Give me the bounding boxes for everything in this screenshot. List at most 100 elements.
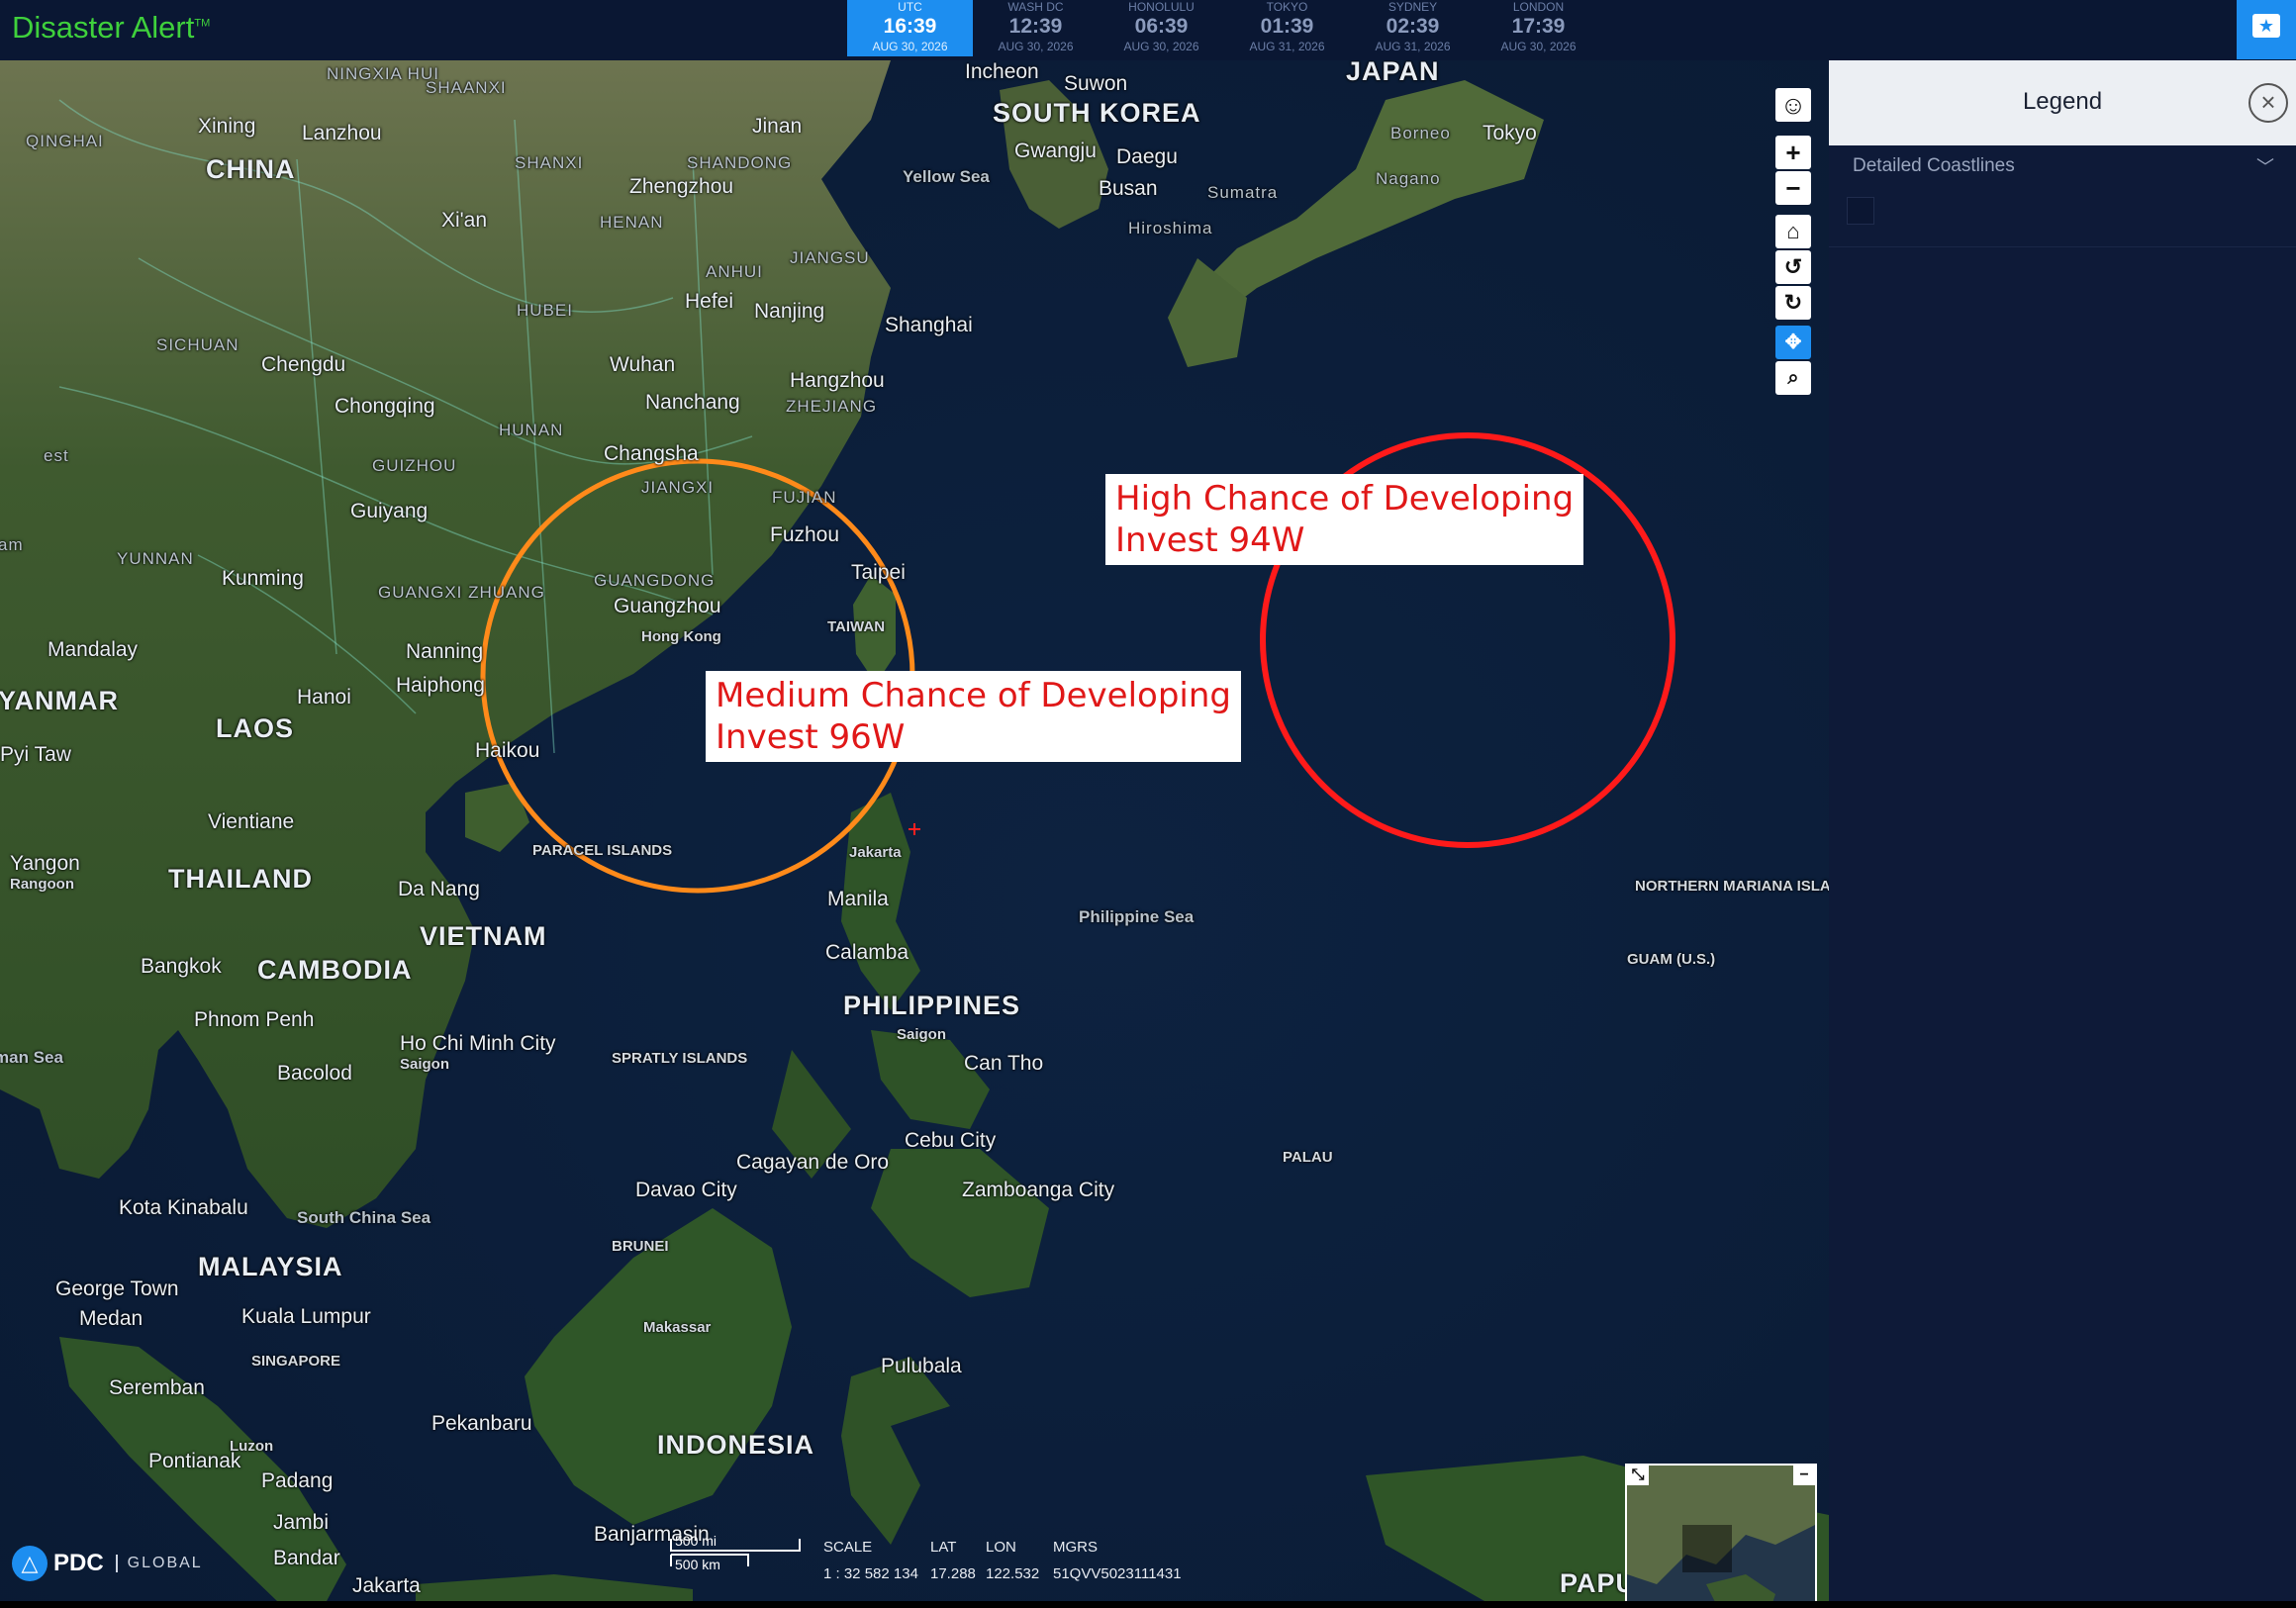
map-label: Davao City [635, 1179, 737, 1201]
map-label: BRUNEI [612, 1238, 669, 1255]
map-label: Haiphong [396, 674, 485, 697]
legend-layer-label[interactable]: Detailed Coastlines [1853, 155, 2015, 177]
rotate-left-icon[interactable]: ↺ [1775, 250, 1811, 284]
map-label: SOUTH KOREA [993, 98, 1201, 128]
map-label: South China Sea [297, 1208, 431, 1227]
close-icon[interactable]: × [2248, 83, 2288, 123]
world-clocks: UTC 16:39 AUG 30, 2026 WASH DC 12:39 AUG… [847, 0, 1601, 56]
map-label: JAPAN [1346, 60, 1440, 86]
pdc-global: GLOBAL [115, 1555, 203, 1572]
map-label: est [44, 446, 69, 465]
clock-date: AUG 31, 2026 [1375, 40, 1451, 53]
map-label: Sumatra [1207, 183, 1279, 202]
map-label: Zamboanga City [962, 1179, 1115, 1201]
clock-honolulu[interactable]: HONOLULU 06:39 AUG 30, 2026 [1099, 0, 1224, 56]
readout-value: 17.288 [930, 1565, 976, 1582]
map-label: Phnom Penh [194, 1008, 315, 1031]
map-label: TAIWAN [827, 618, 886, 635]
readout-value: 122.532 [986, 1565, 1040, 1582]
map-label: Pekanbaru [431, 1412, 532, 1435]
map-label: Busan [1099, 177, 1158, 200]
map-label: Xining [198, 115, 256, 138]
map-label: ANHUI [706, 262, 763, 281]
map-label: NORTHERN MARIANA ISLANDS (U.S.) [1635, 878, 1829, 895]
clock-wash-dc[interactable]: WASH DC 12:39 AUG 30, 2026 [973, 0, 1099, 56]
pan-icon[interactable]: ✥ [1775, 326, 1811, 359]
map-label: NINGXIA HUI [327, 64, 439, 83]
pdc-logo-icon: △ [12, 1546, 48, 1581]
bottom-strip [0, 1601, 2296, 1608]
pdc-logo[interactable]: △ PDC GLOBAL [12, 1546, 203, 1581]
map-label: Da Nang [398, 878, 480, 900]
readout-label: LAT [930, 1539, 957, 1556]
map-label: HUNAN [499, 421, 564, 439]
app-brand[interactable]: Disaster AlertTM [12, 10, 210, 46]
map-label: QINGHAI [26, 132, 104, 150]
map-label: SHANXI [515, 153, 584, 172]
map-label: Pulubala [881, 1355, 962, 1377]
readout-label: LON [986, 1539, 1016, 1556]
zoom-in-button[interactable]: + [1775, 136, 1811, 169]
legend-swatch [1847, 197, 1874, 225]
map-label: Yellow Sea [903, 167, 990, 186]
map-label: Taipei [851, 561, 906, 584]
map-label: Suwon [1064, 72, 1128, 95]
clock-time: 01:39 [1260, 15, 1314, 38]
scale-km: 500 km [675, 1557, 720, 1572]
readout-scale: SCALE 1 : 32 582 134 [823, 1539, 918, 1582]
readout-value: 1 : 32 582 134 [823, 1565, 918, 1582]
clock-zone: TOKYO [1266, 0, 1308, 14]
overview-expand-icon[interactable]: ⤡ [1627, 1466, 1649, 1485]
map-label: FUJIAN [772, 488, 837, 507]
star-flag-icon: ★ [2252, 14, 2280, 38]
map-label: Lanzhou [302, 122, 382, 144]
map-label: Haikou [475, 739, 540, 762]
clock-utc[interactable]: UTC 16:39 AUG 30, 2026 [847, 0, 973, 56]
clock-sydney[interactable]: SYDNEY 02:39 AUG 31, 2026 [1350, 0, 1476, 56]
map-label: Kunming [222, 567, 304, 590]
zoom-box-icon[interactable]: ⌕ [1775, 361, 1811, 395]
rotate-right-icon[interactable]: ↻ [1775, 286, 1811, 320]
map-label: GUANGDONG [594, 571, 716, 590]
map-label: Nanning [406, 640, 484, 663]
map-label: PALAU [1283, 1149, 1333, 1166]
map-label: PARACEL ISLANDS [532, 842, 673, 859]
chevron-down-icon[interactable]: ﹀ [2256, 153, 2274, 179]
legend-panel: Legend × Detailed Coastlines ﹀ [1829, 60, 2296, 1601]
map-label: Gwangju [1014, 140, 1097, 162]
map-label: Chongqing [335, 395, 435, 418]
home-icon[interactable]: ⌂ [1775, 215, 1811, 248]
map-label: Cebu City [905, 1129, 997, 1152]
map-view[interactable]: NINGXIA HUI SHAANXI QINGHAI Xining Lanzh… [0, 60, 1829, 1601]
map-label: Xi'an [441, 209, 488, 232]
map-label: Makassar [643, 1319, 712, 1336]
map-label: JIANGSU [790, 248, 870, 267]
map-label: Hanoi [297, 686, 351, 709]
overview-collapse-icon[interactable]: − [1793, 1466, 1815, 1485]
legend-header: Legend × [1829, 60, 2296, 145]
invest-96w-callout[interactable]: Medium Chance of Developing Invest 96W [706, 671, 1241, 762]
clock-tokyo[interactable]: TOKYO 01:39 AUG 31, 2026 [1224, 0, 1350, 56]
map-label: Saigon [400, 1056, 450, 1073]
street-view-person-icon[interactable]: ☺ [1775, 88, 1811, 122]
map-label: Hiroshima [1128, 219, 1213, 237]
map-label: SINGAPORE [251, 1353, 341, 1370]
map-label: Ho Chi Minh City [400, 1032, 556, 1055]
overview-map[interactable]: ⤡ − [1625, 1464, 1817, 1601]
readout-label: SCALE [823, 1539, 873, 1556]
invest-94w-callout[interactable]: High Chance of Developing Invest 94W [1105, 474, 1584, 565]
map-label: GUIZHOU [372, 456, 457, 475]
clock-london[interactable]: LONDON 17:39 AUG 30, 2026 [1476, 0, 1601, 56]
clock-zone: LONDON [1512, 0, 1565, 14]
readout-lon: LON 122.532 [986, 1539, 1039, 1582]
map-label: THAILAND [168, 864, 313, 894]
clock-zone: WASH DC [1007, 0, 1064, 14]
clock-time: 02:39 [1386, 15, 1440, 38]
legend-title: Legend [2022, 88, 2103, 115]
pdc-name: PDC [53, 1550, 104, 1576]
alerts-button[interactable]: ★ [2237, 0, 2296, 59]
map-label: Medan [79, 1307, 144, 1330]
map-label: Nanjing [754, 300, 825, 323]
map-label: YANMAR [0, 686, 120, 715]
zoom-out-button[interactable]: − [1775, 171, 1811, 205]
